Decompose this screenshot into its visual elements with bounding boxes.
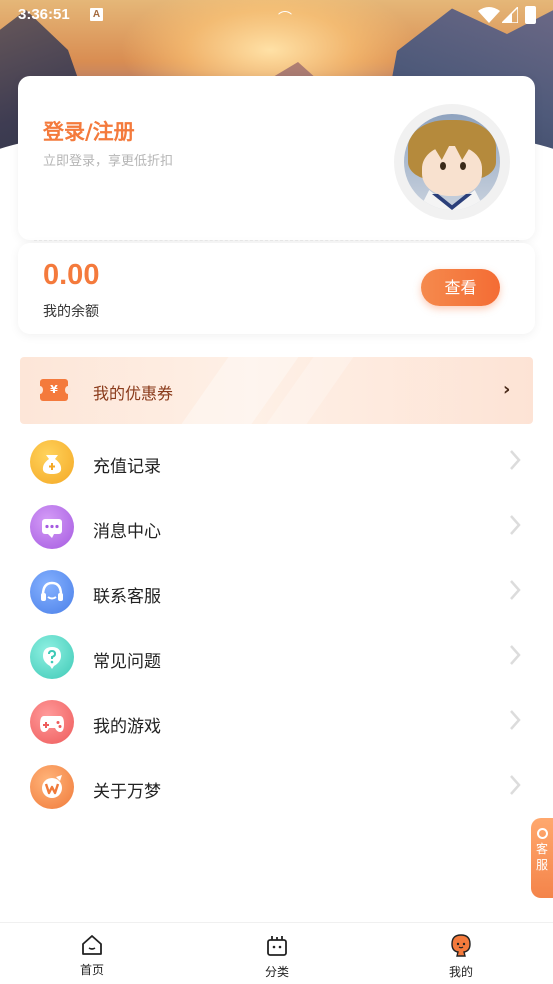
- view-balance-button[interactable]: 查看: [421, 269, 500, 306]
- home-icon: [82, 935, 102, 955]
- chevron-right-icon: [510, 450, 521, 470]
- menu-item-my-games[interactable]: 我的游戏: [20, 690, 533, 755]
- wifi-icon: [478, 7, 500, 23]
- menu-item-about[interactable]: 关于万梦: [20, 755, 533, 820]
- login-card[interactable]: 登录/注册 立即登录，享更低折扣: [18, 76, 535, 240]
- menu-item-contact-support[interactable]: 联系客服: [20, 560, 533, 625]
- profile-icon: [451, 934, 471, 957]
- notification-icon: A: [90, 8, 103, 21]
- tab-category[interactable]: 分类: [237, 923, 317, 984]
- category-icon: [267, 936, 287, 956]
- tab-label: 我的: [448, 965, 473, 979]
- tab-mine[interactable]: 我的: [421, 923, 501, 984]
- login-register-link[interactable]: 登录/注册: [43, 116, 135, 146]
- menu-item-label: 关于万梦: [93, 782, 161, 802]
- gamepad-glyph: [40, 716, 64, 732]
- tab-label: 首页: [79, 963, 104, 977]
- brand-w-glyph: [42, 775, 62, 798]
- card-divider: [34, 240, 519, 241]
- avatar[interactable]: [404, 114, 500, 210]
- menu-item-label: 充值记录: [93, 457, 161, 477]
- headset-glyph: [41, 581, 63, 601]
- menu-item-coupons[interactable]: ¥ 我的优惠券 ›: [20, 357, 533, 424]
- menu-item-message-center[interactable]: 消息中心: [20, 495, 533, 560]
- chevron-right-icon: ›: [503, 379, 511, 400]
- chevron-right-icon: [510, 710, 521, 730]
- float-service-label: 服: [535, 858, 548, 872]
- chevron-right-icon: [510, 775, 521, 795]
- service-icon: [536, 828, 548, 839]
- tab-home[interactable]: 首页: [52, 923, 132, 984]
- float-service-label: 客: [535, 842, 548, 856]
- coupon-icon: ¥: [37, 379, 71, 401]
- question-glyph: [43, 647, 61, 669]
- signal-icon: [502, 7, 518, 23]
- coupon-label: 我的优惠券: [93, 384, 174, 403]
- chevron-right-icon: [510, 580, 521, 600]
- login-subtitle: 立即登录，享更低折扣: [43, 154, 174, 169]
- message-glyph: [42, 519, 62, 538]
- menu-item-faq[interactable]: 常见问题: [20, 625, 533, 690]
- balance-label: 我的余额: [43, 304, 99, 320]
- menu-item-label: 消息中心: [93, 522, 161, 542]
- bottom-tab-bar: 首页 分类 我的: [0, 922, 553, 984]
- menu-item-label: 我的游戏: [93, 717, 161, 737]
- menu-item-label: 常见问题: [93, 652, 161, 672]
- menu-item-label: 联系客服: [93, 587, 161, 607]
- status-time: 3:36:51: [18, 6, 70, 23]
- money-bag-glyph: [42, 455, 62, 474]
- battery-icon: [525, 6, 536, 24]
- floating-customer-service-button[interactable]: 客 服: [531, 818, 553, 898]
- balance-amount: 0.00: [43, 259, 100, 291]
- chevron-right-icon: [510, 515, 521, 535]
- tab-label: 分类: [264, 965, 289, 979]
- chevron-right-icon: [510, 645, 521, 665]
- menu-item-recharge-history[interactable]: 充值记录: [20, 430, 533, 495]
- balance-card: 0.00 我的余额 查看: [18, 243, 535, 334]
- status-bar: 3:36:51 A: [0, 0, 553, 30]
